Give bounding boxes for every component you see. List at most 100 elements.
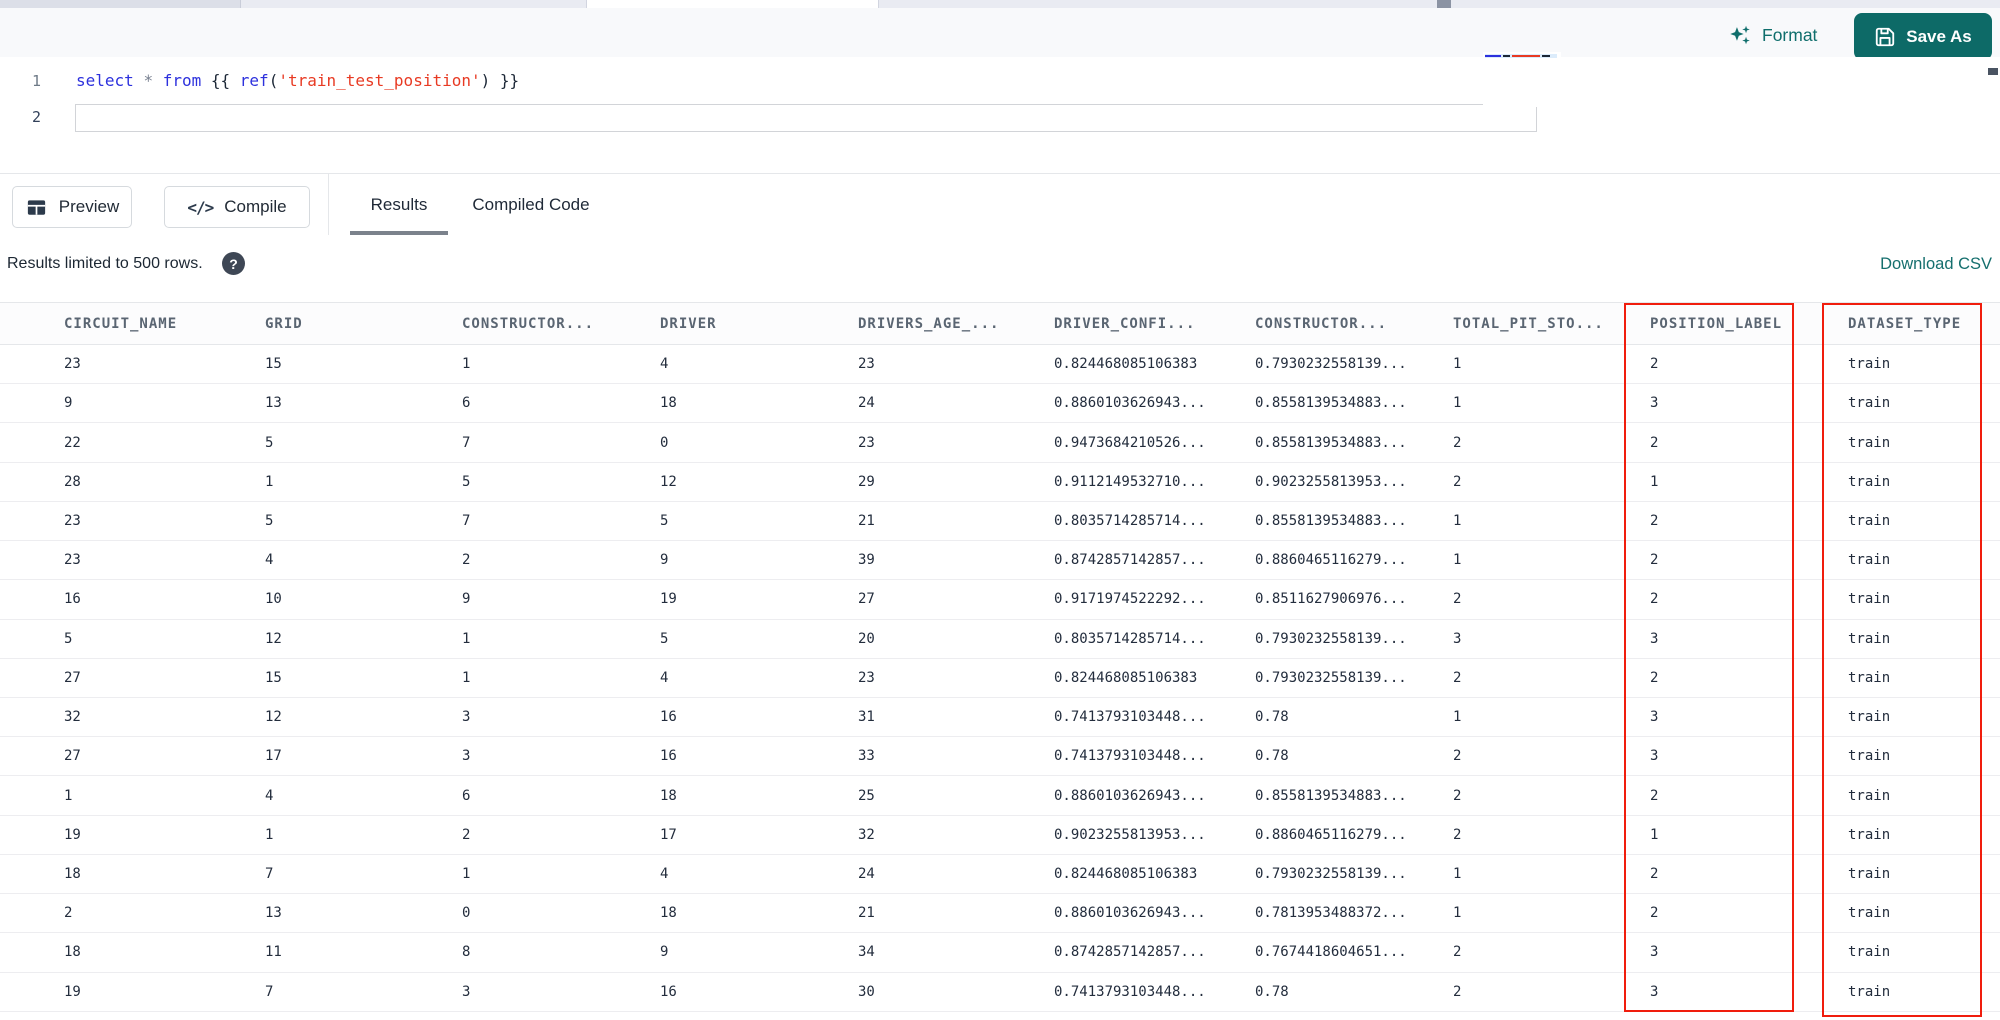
table-cell: 7 [265, 865, 274, 882]
table-cell: 18 [660, 395, 677, 412]
table-cell: train [1848, 905, 1891, 922]
preview-button[interactable]: Preview [12, 186, 132, 228]
table-cell: 9 [64, 395, 73, 412]
table-cell: 23 [64, 552, 81, 569]
file-tab-strip [0, 0, 2000, 8]
column-header: TOTAL_PIT_STO... [1453, 315, 1604, 332]
table-cell: 23 [858, 356, 875, 373]
table-cell: 0.7674418604651... [1255, 944, 1407, 961]
active-file-tab[interactable] [586, 0, 879, 8]
table-cell: 10 [265, 591, 282, 608]
table-cell: 0.8558139534883... [1255, 512, 1407, 529]
table-cell: 12 [265, 630, 282, 647]
table-cell: 15 [265, 356, 282, 373]
tab-strip-marker [1437, 0, 1451, 8]
table-cell: train [1848, 512, 1891, 529]
inactive-file-tab[interactable] [0, 0, 241, 8]
table-cell: 3 [1453, 630, 1462, 647]
table-cell: train [1848, 983, 1891, 1000]
table-cell: 2 [462, 552, 471, 569]
editor-minimap[interactable] [1483, 52, 1561, 107]
table-row: 23 4 2 9 39 0.8742857142857... 0.8860465116279… [0, 541, 2000, 581]
table-cell: 16 [660, 748, 677, 765]
table-cell: 2 [1453, 944, 1462, 961]
table-cell: 0.8860465116279... [1255, 552, 1407, 569]
table-cell: train [1848, 669, 1891, 686]
table-cell: 2 [1650, 356, 1659, 373]
table-cell: train [1848, 356, 1891, 373]
table-cell: 0.8035714285714... [1054, 630, 1206, 647]
table-cell: 6 [462, 787, 471, 804]
table-cell: 5 [265, 512, 274, 529]
table-cell: 2 [1453, 591, 1462, 608]
tab-compiled-code[interactable]: Compiled Code [458, 174, 604, 235]
format-button[interactable]: Format [1728, 20, 1817, 50]
table-cell: 2 [64, 905, 73, 922]
sparkles-icon [1728, 23, 1753, 48]
table-cell: 19 [660, 591, 677, 608]
table-cell: 1 [265, 473, 274, 490]
save-as-button[interactable]: Save As [1854, 13, 1992, 60]
table-cell: 12 [660, 473, 677, 490]
table-cell: train [1848, 630, 1891, 647]
table-cell: 2 [1453, 434, 1462, 451]
table-cell: 1 [462, 865, 471, 882]
table-cell: 2 [1650, 512, 1659, 529]
table-cell: 0.7813953488372... [1255, 905, 1407, 922]
table-cell: 1 [1453, 552, 1462, 569]
compile-button[interactable]: </> Compile [164, 186, 310, 228]
table-cell: 2 [462, 826, 471, 843]
table-cell: 8 [462, 944, 471, 961]
table-cell: 23 [858, 669, 875, 686]
table-cell: 3 [1650, 944, 1659, 961]
table-cell: 1 [1453, 356, 1462, 373]
download-csv-link[interactable]: Download CSV [1880, 255, 1992, 274]
table-cell: 1 [1453, 865, 1462, 882]
table-cell: 1 [1453, 905, 1462, 922]
save-as-label: Save As [1906, 26, 1972, 46]
editor-scrollbar[interactable] [1988, 68, 1998, 75]
table-cell: 23 [858, 434, 875, 451]
table-cell: 0.9112149532710... [1054, 473, 1206, 490]
table-cell: 21 [858, 905, 875, 922]
table-cell: 0.8511627906976... [1255, 591, 1407, 608]
code-slash-icon: </> [187, 197, 214, 217]
table-cell: 3 [1650, 395, 1659, 412]
table-cell: 29 [858, 473, 875, 490]
tab-results[interactable]: Results [350, 174, 448, 235]
table-cell: 24 [858, 865, 875, 882]
table-cell: 5 [462, 473, 471, 490]
table-cell: 2 [1453, 473, 1462, 490]
table-cell: train [1848, 395, 1891, 412]
table-cell: train [1848, 709, 1891, 726]
table-row: 23 5 7 5 21 0.8035714285714... 0.8558139534883… [0, 501, 2000, 542]
table-cell: 0.78 [1255, 983, 1289, 1000]
table-cell: 15 [265, 669, 282, 686]
table-cell: 0.7930232558139... [1255, 630, 1407, 647]
sql-editor[interactable]: 1 2 select * from {{ ref('train_test_pos… [0, 52, 2000, 173]
results-table-body: 23 15 1 4 23 0.824468085106383 0.7930232558139… [0, 345, 2000, 1012]
question-mark-icon[interactable]: ? [222, 252, 245, 275]
table-cell: 33 [858, 748, 875, 765]
table-cell: 1 [1650, 826, 1659, 843]
table-cell: 9 [660, 944, 669, 961]
table-cell: 2 [1650, 552, 1659, 569]
line-number-2: 2 [31, 108, 41, 126]
table-cell: 4 [660, 865, 669, 882]
table-cell: 18 [660, 787, 677, 804]
table-cell: 0.9023255813953... [1054, 826, 1206, 843]
table-cell: 1 [462, 356, 471, 373]
table-cell: train [1848, 787, 1891, 804]
table-cell: 2 [1650, 865, 1659, 882]
active-line-box[interactable] [75, 104, 1537, 132]
table-cell: train [1848, 944, 1891, 961]
table-cell: 0 [660, 434, 669, 451]
table-row: 27 17 3 16 33 0.7413793103448... 0.78 2 3 train [0, 737, 2000, 777]
table-cell: 3 [1650, 630, 1659, 647]
table-cell: 32 [64, 709, 81, 726]
column-header: DRIVER_CONFI... [1054, 315, 1196, 332]
code-token: ) [480, 71, 491, 90]
table-cell: 22 [64, 434, 81, 451]
